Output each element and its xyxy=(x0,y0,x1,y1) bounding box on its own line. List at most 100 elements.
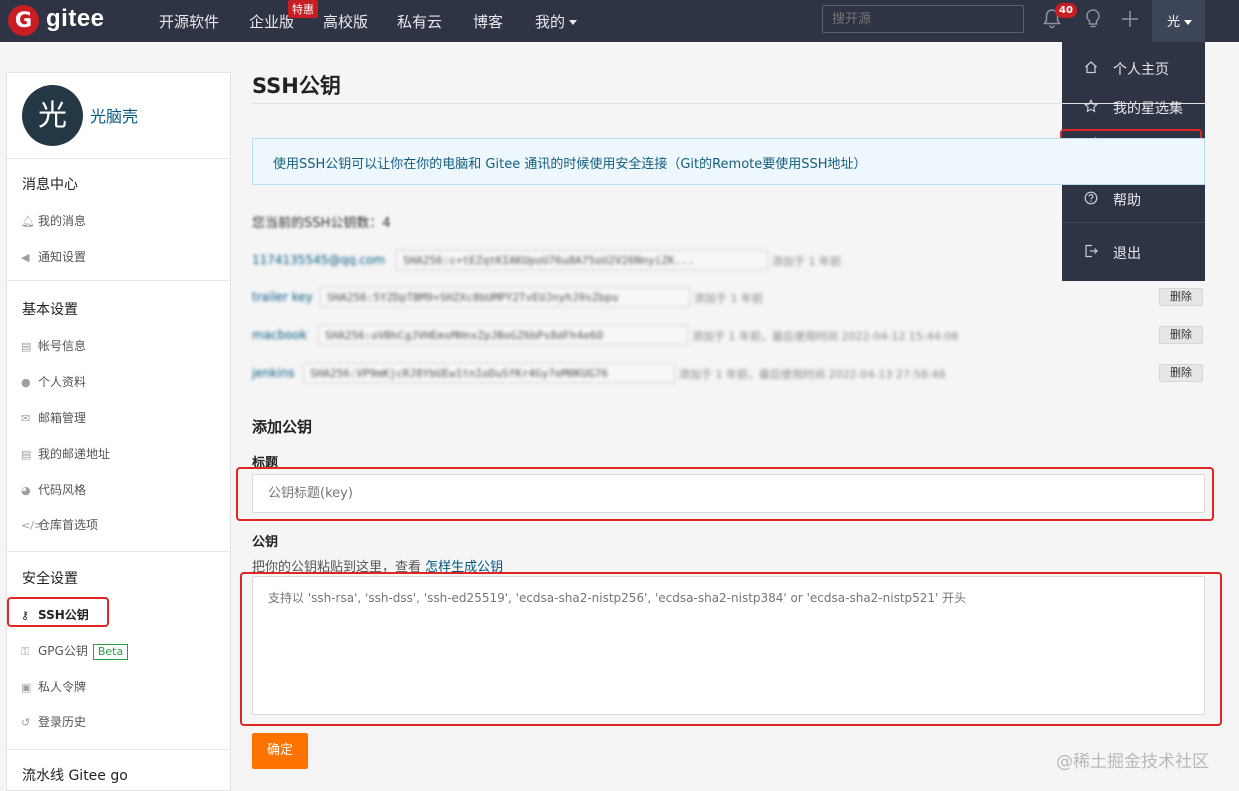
ssh-key-name[interactable]: jenkins xyxy=(252,366,294,380)
dropdown-divider xyxy=(1062,222,1205,223)
dropdown-item-profile[interactable]: 个人主页 xyxy=(1062,50,1205,88)
sidebar-divider xyxy=(7,158,230,159)
avatar[interactable]: 光 xyxy=(22,85,83,146)
sidebar-item-label: 登录历史 xyxy=(38,715,87,729)
nav-mine-label: 我的 xyxy=(535,13,566,31)
sidebar-item-notification-settings[interactable]: ◀︎ 通知设置 xyxy=(21,248,86,265)
sidebar-item-label: 个人资料 xyxy=(38,375,87,389)
sidebar-group-messages: 消息中心 xyxy=(22,177,78,193)
help-icon xyxy=(1083,191,1099,209)
dropdown-item-label: 帮助 xyxy=(1113,193,1141,209)
token-icon: ▣ xyxy=(21,681,32,694)
sidebar-item-my-messages[interactable]: 🔔︎ 我的消息 xyxy=(21,212,86,229)
nav-mine[interactable]: 我的 xyxy=(535,11,578,32)
ssh-key-fingerprint: SHA256:5YZDpTBM9+SHZXc8bUMPY2TvEUJnyhJ9s… xyxy=(320,287,690,307)
sidebar-divider xyxy=(7,551,230,552)
sidebar-group-security: 安全设置 xyxy=(22,571,78,587)
ssh-key-fingerprint: SHA256:oVBhCgJVHEmsMHnxZpJBoGZ6bPs8dFh4e… xyxy=(318,325,688,345)
user-initial: 光 xyxy=(1167,15,1181,30)
key-field-label: 公钥 xyxy=(252,535,279,550)
existing-keys-count: 您当前的SSH公钥数：4 xyxy=(252,216,391,231)
dropdown-item-stars[interactable]: 我的星选集 xyxy=(1062,89,1205,127)
ssh-key-meta: 添加于 1 年前 xyxy=(772,255,841,268)
address-card-icon: ▤ xyxy=(21,448,32,461)
dropdown-item-help[interactable]: 帮助 xyxy=(1062,181,1205,219)
ssh-key-meta: 添加于 1 年前，最后使用时间 2022-04-13 27:58:48 xyxy=(679,368,946,381)
sidebar-item-label: 仓库首选项 xyxy=(38,518,99,532)
gitee-logo-text[interactable]: gitee xyxy=(46,5,105,33)
lightbulb-icon[interactable] xyxy=(1083,8,1103,35)
beta-badge: Beta xyxy=(92,644,129,660)
gitee-logo-icon[interactable]: G xyxy=(8,5,39,36)
sidebar-item-code-style[interactable]: ◕ 代码风格 xyxy=(21,481,86,498)
mail-icon: ✉ xyxy=(21,412,31,425)
id-card-icon: ▤ xyxy=(21,340,32,353)
plus-icon[interactable] xyxy=(1120,8,1140,35)
sidebar-group-pipeline[interactable]: 流水线 Gitee go xyxy=(22,765,128,785)
nav-open-source[interactable]: 开源软件 xyxy=(159,11,219,32)
speaker-icon: ◀︎ xyxy=(21,251,30,264)
ssh-key-meta: 添加于 1 年前 xyxy=(694,292,763,305)
lock-icon: ⚿ xyxy=(21,645,30,658)
search-input[interactable] xyxy=(822,5,1024,33)
user-menu-button[interactable]: 光 xyxy=(1152,0,1205,42)
star-icon xyxy=(1083,98,1099,117)
title-divider xyxy=(252,103,1205,104)
ssh-keys-highlight-box xyxy=(7,597,109,627)
sidebar-item-repo-prefs[interactable]: </>仓库首选项 xyxy=(21,516,98,533)
sidebar-item-label: 代码风格 xyxy=(38,483,87,497)
ssh-key-name[interactable]: macbook xyxy=(252,328,307,342)
username-link[interactable]: 光脑壳 xyxy=(90,103,138,127)
user-icon: ● xyxy=(21,376,31,389)
home-icon xyxy=(1083,60,1099,78)
dropdown-item-label: 个人主页 xyxy=(1113,62,1169,78)
history-icon: ↺ xyxy=(21,716,31,729)
sidebar-item-label: 私人令牌 xyxy=(38,680,87,694)
sidebar-divider xyxy=(7,280,230,281)
title-input-highlight-box xyxy=(236,467,1214,521)
delete-key-button[interactable]: 删除 xyxy=(1159,288,1203,306)
dropdown-item-label: 我的星选集 xyxy=(1113,101,1183,117)
sidebar-item-address[interactable]: ▤ 我的邮递地址 xyxy=(21,445,110,462)
code-icon: </> xyxy=(21,519,44,532)
sidebar-item-label: 我的邮递地址 xyxy=(38,447,111,461)
sidebar-item-label: 通知设置 xyxy=(38,250,87,264)
dropdown-item-logout[interactable]: 退出 xyxy=(1062,234,1205,272)
chevron-down-icon xyxy=(1184,20,1193,25)
info-alert: 使用SSH公钥可以让你在你的电脑和 Gitee 通讯的时候使用安全连接（Git的… xyxy=(252,138,1205,185)
sidebar-item-label: 帐号信息 xyxy=(38,339,87,353)
notification-count-badge: 40 xyxy=(1055,3,1077,18)
sidebar-item-profile[interactable]: ● 个人资料 xyxy=(21,373,86,390)
dropdown-item-label: 退出 xyxy=(1113,246,1141,262)
nav-university[interactable]: 高校版 xyxy=(323,11,368,32)
sidebar-divider xyxy=(7,749,230,750)
promo-badge: 特惠 xyxy=(288,0,318,18)
page-title: SSH公钥 xyxy=(252,74,341,98)
sidebar-item-label: 我的消息 xyxy=(38,214,87,228)
sidebar-item-login-history[interactable]: ↺ 登录历史 xyxy=(21,713,86,730)
sidebar-item-tokens[interactable]: ▣ 私人令牌 xyxy=(21,678,86,695)
watermark: @稀土掘金技术社区 xyxy=(1056,752,1209,772)
sidebar-item-label: GPG公钥 xyxy=(38,644,88,658)
ssh-key-name[interactable]: 1174135545@qq.com xyxy=(252,253,385,267)
confirm-button[interactable]: 确定 xyxy=(252,733,308,769)
ssh-key-name[interactable]: trailer key xyxy=(252,290,313,304)
add-key-section-title: 添加公钥 xyxy=(252,418,313,436)
chevron-down-icon xyxy=(569,20,578,25)
delete-key-button[interactable]: 删除 xyxy=(1159,364,1203,382)
ssh-key-fingerprint: SHA256:c+tEZqtKIAKUpoU76u8A75oU2V26NnyiZ… xyxy=(396,250,768,270)
nav-blog[interactable]: 博客 xyxy=(473,11,503,32)
sidebar-item-gpg-keys[interactable]: ⚿ GPG公钥 Beta xyxy=(21,642,129,660)
ssh-key-meta: 添加于 1 年前，最后使用时间 2022-04-12 15:44:08 xyxy=(692,330,959,343)
bell-icon: 🔔︎ xyxy=(21,215,35,228)
top-navbar: G gitee 开源软件 企业版 特惠 高校版 私有云 博客 我的 40 光 xyxy=(0,0,1239,42)
nav-private-cloud[interactable]: 私有云 xyxy=(397,11,442,32)
ssh-key-fingerprint: SHA256:VP9mKjcRJ8YbUEw1tnIoDuSfKr4Gy7eM0… xyxy=(303,363,675,383)
sidebar-group-basic: 基本设置 xyxy=(22,302,78,318)
sidebar-item-email[interactable]: ✉ 邮箱管理 xyxy=(21,409,86,426)
sidebar-item-account[interactable]: ▤ 帐号信息 xyxy=(21,337,86,354)
sidebar-item-label: 邮箱管理 xyxy=(38,411,87,425)
delete-key-button[interactable]: 删除 xyxy=(1159,326,1203,344)
palette-icon: ◕ xyxy=(21,484,31,497)
settings-sidebar: 光 光脑壳 消息中心 🔔︎ 我的消息 ◀︎ 通知设置 基本设置 ▤ 帐号信息 ● 个人资… xyxy=(6,72,231,791)
